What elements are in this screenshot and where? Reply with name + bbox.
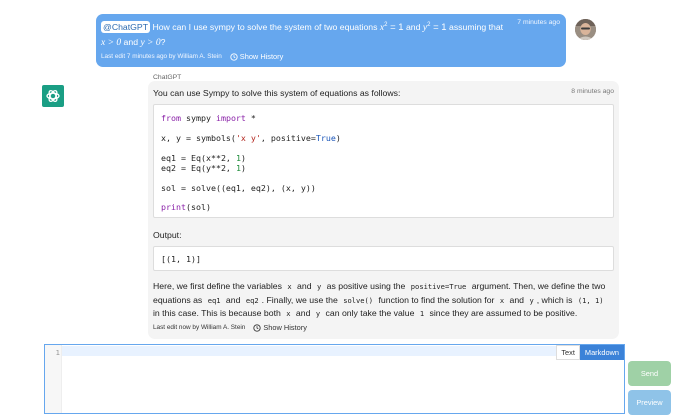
code-line-3: eq1 = Eq(x**2, 1) bbox=[161, 152, 246, 163]
condition-y: y > 0 bbox=[140, 38, 161, 48]
editor-active-line[interactable] bbox=[62, 346, 624, 356]
show-history-label: Show History bbox=[263, 323, 307, 332]
explanation-text: Here, we first define the variables x an… bbox=[153, 281, 606, 318]
show-history-button[interactable]: Show History bbox=[253, 323, 307, 332]
assistant-message: You can use Sympy to solve this system o… bbox=[148, 81, 619, 339]
line-number: 1 bbox=[55, 348, 60, 357]
code-line-4: eq2 = Eq(y**2, 1) bbox=[161, 162, 246, 173]
edit-info: Last edit 7 minutes ago by William A. St… bbox=[101, 53, 222, 60]
user-message-line1: @ChatGPT How can I use sympy to solve th… bbox=[101, 21, 504, 33]
assistant-message-meta: Last edit now by William A. Stein Show H… bbox=[153, 323, 307, 332]
history-icon bbox=[230, 52, 238, 61]
mode-tab-text[interactable]: Text bbox=[556, 345, 580, 360]
user-message: @ChatGPT How can I use sympy to solve th… bbox=[96, 14, 566, 67]
message-text: How can I use sympy to solve the system … bbox=[150, 22, 380, 32]
code-line-1: from sympy import * bbox=[161, 113, 256, 123]
user-message-time: 7 minutes ago bbox=[517, 19, 560, 26]
history-icon bbox=[253, 323, 261, 332]
code-line-2: x, y = symbols('x y', positive=True) bbox=[161, 132, 341, 143]
code-line-5: sol = solve((eq1, eq2), (x, y)) bbox=[161, 182, 316, 193]
assistant-intro: You can use Sympy to solve this system o… bbox=[153, 88, 401, 98]
equation-1: x2 = 1 bbox=[379, 22, 404, 33]
user-avatar[interactable] bbox=[575, 19, 596, 40]
show-history-button[interactable]: Show History bbox=[230, 52, 284, 61]
user-message-line2: x > 0 and y > 0? bbox=[101, 37, 166, 48]
avatar-photo bbox=[575, 19, 596, 40]
output-label: Output: bbox=[153, 230, 182, 240]
editor-gutter: 1 bbox=[45, 345, 62, 413]
user-message-meta: Last edit 7 minutes ago by William A. St… bbox=[101, 52, 283, 61]
openai-logo-icon bbox=[42, 85, 64, 107]
edit-info: Last edit now by William A. Stein bbox=[153, 324, 246, 331]
send-button[interactable]: Send bbox=[628, 361, 671, 386]
mode-tab-markdown[interactable]: Markdown bbox=[579, 345, 624, 360]
output-block[interactable]: [(1, 1)] bbox=[153, 246, 614, 271]
equation-2: y2 = 1 bbox=[422, 22, 447, 33]
assistant-name: ChatGPT bbox=[153, 74, 182, 81]
condition-x: x > 0 bbox=[101, 38, 122, 48]
code-line-6: print(sol) bbox=[161, 202, 211, 213]
assistant-time: 8 minutes ago bbox=[571, 88, 614, 95]
code-block[interactable]: from sympy import * x, y = symbols('x y'… bbox=[153, 104, 614, 218]
preview-button[interactable]: Preview bbox=[628, 390, 671, 415]
show-history-label: Show History bbox=[239, 52, 284, 61]
chatgpt-mention[interactable]: @ChatGPT bbox=[101, 21, 151, 33]
editor-mode-tabs: Text Markdown bbox=[556, 345, 624, 360]
message-editor[interactable]: 1 Text Markdown bbox=[44, 344, 625, 414]
